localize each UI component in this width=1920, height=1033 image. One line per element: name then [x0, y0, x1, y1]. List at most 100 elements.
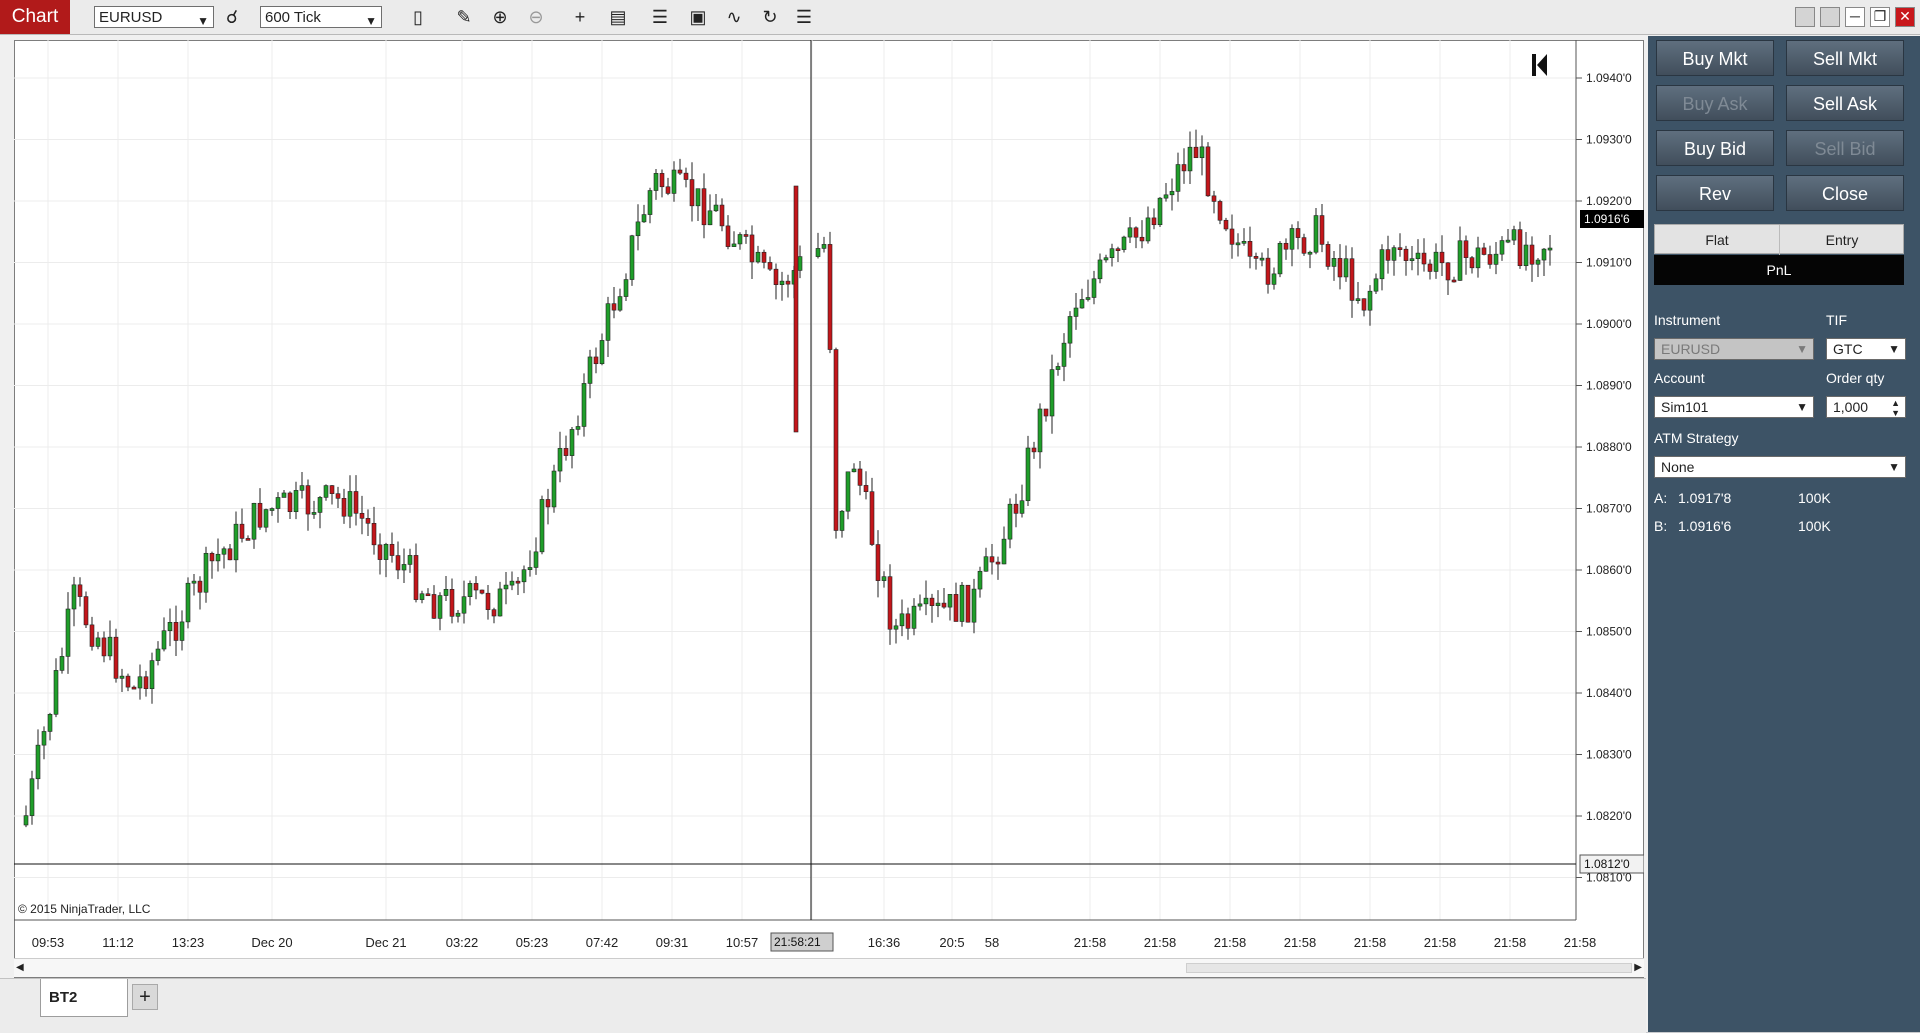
order-qty-label: Order qty — [1826, 370, 1885, 386]
add-tab-button[interactable]: + — [132, 984, 158, 1010]
candle-body — [455, 612, 461, 617]
candle-body — [1343, 258, 1349, 278]
sell-market-button[interactable]: Sell Mkt — [1786, 40, 1904, 76]
candle-body — [857, 468, 863, 486]
zoom-in-icon[interactable]: ⊕ — [488, 6, 512, 28]
candle-body — [1445, 262, 1451, 281]
list-icon[interactable]: ☰ — [792, 6, 816, 28]
buy-bid-button[interactable]: Buy Bid — [1656, 130, 1774, 166]
instrument-selector[interactable]: EURUSD ▼ — [94, 6, 214, 28]
scroll-right-icon[interactable]: ▶ — [1634, 962, 1642, 973]
candle-body — [1541, 248, 1547, 261]
bars-icon[interactable]: ▯ — [406, 6, 430, 28]
candle-body — [143, 676, 149, 690]
candle-body — [1079, 299, 1085, 309]
candle-body — [983, 556, 989, 572]
candle-body — [1529, 244, 1535, 265]
candle-body — [1187, 146, 1193, 172]
candle-body — [845, 471, 851, 512]
price-tick-label: 1.0850'0 — [1586, 625, 1632, 639]
candle-body — [1025, 447, 1031, 502]
close-position-button[interactable]: Close — [1786, 175, 1904, 211]
chevron-down-icon: ▼ — [1888, 460, 1900, 474]
candle-body — [167, 622, 173, 632]
crosshair-icon[interactable]: + — [568, 6, 592, 28]
candle-body — [1433, 251, 1439, 272]
stepper-arrows-icon[interactable]: ▲ ▼ — [1891, 398, 1900, 418]
indicators-icon[interactable]: ∿ — [722, 6, 746, 28]
candle-body — [1421, 252, 1427, 265]
copyright-label: © 2015 NinjaTrader, LLC — [18, 902, 151, 916]
candle-body — [761, 251, 767, 263]
reload-icon[interactable]: ↻ — [758, 6, 782, 28]
instrument-value: EURUSD — [99, 9, 163, 26]
atm-strategy-label: ATM Strategy — [1654, 430, 1739, 446]
candle-body — [683, 172, 689, 180]
minimize-button[interactable]: ─ — [1845, 7, 1865, 27]
position-flat-label: Flat — [1655, 225, 1780, 255]
strategy-icon[interactable]: ☰ — [648, 6, 672, 28]
candle-body — [671, 169, 677, 194]
restore-icon[interactable] — [1795, 7, 1815, 27]
candle-body — [1337, 258, 1343, 278]
pencil-icon[interactable]: ✎ — [452, 6, 476, 28]
candle-body — [65, 608, 71, 657]
sell-ask-button[interactable]: Sell Ask — [1786, 85, 1904, 121]
candle-body — [587, 356, 593, 384]
candle-body — [347, 491, 353, 517]
candle-body — [629, 235, 635, 280]
tif-select-value: GTC — [1833, 341, 1863, 357]
scroll-left-icon[interactable]: ◀ — [16, 962, 24, 973]
atm-strategy-select[interactable]: None ▼ — [1654, 456, 1906, 478]
candle-body — [929, 597, 935, 606]
candle-body — [311, 512, 317, 515]
price-chart[interactable]: 1.0940'0 1.0930'0 1.0920'0 1.0910'0 1.0900'0… — [14, 40, 1644, 958]
candle-body — [1061, 342, 1067, 367]
account-select[interactable]: Sim101 ▼ — [1654, 396, 1814, 418]
candle-body — [869, 491, 875, 545]
candle-body — [257, 502, 263, 528]
sell-bid-button[interactable]: Sell Bid — [1786, 130, 1904, 166]
order-qty-stepper[interactable]: 1,000 ▲ ▼ — [1826, 396, 1906, 418]
candle-body — [245, 538, 251, 541]
chart-scrollbar[interactable]: ◀ ▶ — [14, 958, 1644, 977]
drawing-tools-icon[interactable]: ▣ — [686, 6, 710, 28]
candle-body — [137, 676, 143, 689]
candle-body — [1373, 278, 1379, 292]
candle-body — [509, 580, 515, 586]
candle-body — [1487, 254, 1493, 265]
tab-bt2[interactable]: BT2 — [40, 979, 128, 1017]
period-selector[interactable]: 600 Tick ▼ — [260, 6, 382, 28]
time-tick-label: 21:58 — [1564, 935, 1597, 950]
close-icon[interactable]: ✕ — [1895, 7, 1915, 27]
candle-body — [1241, 241, 1247, 244]
candle-body — [1493, 253, 1499, 265]
chart-trader-panel: Buy Mkt Sell Mkt Buy Ask Sell Ask Buy Bi… — [1648, 36, 1920, 1032]
scroll-thumb[interactable] — [1186, 963, 1632, 973]
position-entry-label: Entry — [1825, 232, 1859, 248]
candle-body — [77, 584, 83, 597]
buy-market-button[interactable]: Buy Mkt — [1656, 40, 1774, 76]
candle-body — [1349, 258, 1355, 301]
candle-body — [1307, 251, 1313, 255]
chart-title-tab[interactable]: Chart — [0, 0, 70, 34]
candle-body — [917, 603, 923, 607]
buy-ask-button[interactable]: Buy Ask — [1656, 85, 1774, 121]
candle-body — [365, 518, 371, 524]
zoom-out-icon[interactable]: ⊖ — [524, 6, 548, 28]
candle-body — [107, 636, 113, 657]
minimize-icon[interactable] — [1820, 7, 1840, 27]
candle-body — [335, 493, 341, 499]
candle-body — [575, 426, 581, 430]
search-icon[interactable]: ☌ — [220, 6, 244, 28]
properties-icon[interactable]: ▤ — [606, 6, 630, 28]
maximize-icon[interactable]: ❐ — [1870, 7, 1890, 27]
candle-body — [1265, 257, 1271, 285]
reverse-button[interactable]: Rev — [1656, 175, 1774, 211]
candle-body — [425, 593, 431, 597]
candle-body — [431, 594, 437, 619]
candle-body — [1151, 217, 1157, 226]
candle-body — [965, 584, 971, 623]
tif-select[interactable]: GTC ▼ — [1826, 338, 1906, 360]
time-tick-label: 21:58 — [1214, 935, 1247, 950]
